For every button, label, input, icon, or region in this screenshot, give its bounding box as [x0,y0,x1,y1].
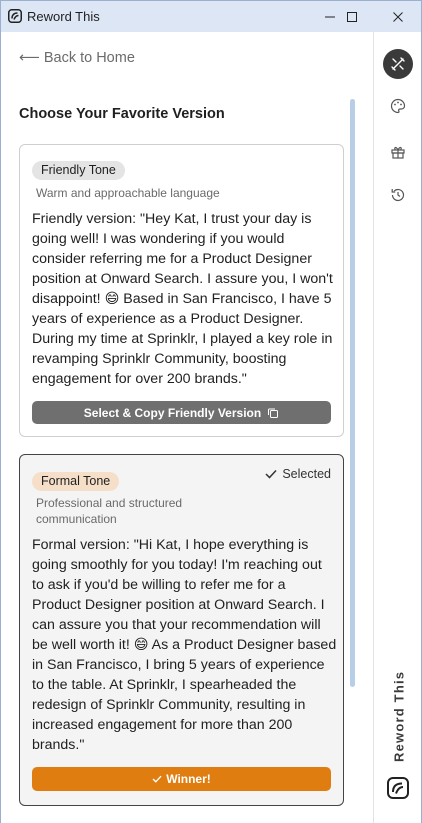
side-rail: Reword This [373,32,421,823]
winner-button[interactable]: Winner! [32,767,331,791]
scrollbar[interactable] [348,85,358,809]
back-to-home-link[interactable]: ⟵ Back to Home [19,50,135,66]
tools-button[interactable] [383,49,413,79]
scrollbar-thumb[interactable] [350,99,355,687]
close-button[interactable] [375,1,421,32]
back-arrow-icon: ⟵ [19,50,40,66]
back-link-label: Back to Home [43,50,135,66]
gift-icon [391,146,405,159]
version-text: Formal version: "Hi Kat, I hope everythi… [32,537,337,753]
version-card-friendly[interactable]: Friendly Tone Warm and approachable lang… [19,144,344,437]
app-logo-icon [8,9,22,23]
tone-description: Warm and approachable language [36,186,220,200]
maximize-icon [347,11,357,22]
check-icon [265,469,277,479]
tone-tag: Formal Tone [32,472,120,491]
brand-vertical-label: Reword This [391,670,407,762]
copy-icon [268,407,279,418]
page-title: Choose Your Favorite Version [19,106,225,122]
window-title: Reword This [27,9,100,24]
check-icon [152,775,162,783]
close-icon [393,11,403,22]
gift-button[interactable] [383,137,413,167]
app-window: Reword This ⟵ Back to Home Choose Your F… [0,0,422,823]
history-icon [391,188,405,202]
selected-indicator: Selected [265,467,331,481]
maximize-button[interactable] [329,1,375,32]
app-logo-icon[interactable] [387,777,409,799]
winner-button-label: Winner! [166,772,211,786]
version-text: Friendly version: "Hey Kat, I trust your… [32,211,333,387]
palette-icon [390,98,406,114]
main-panel: ⟵ Back to Home Choose Your Favorite Vers… [1,32,373,823]
title-bar: Reword This [1,1,421,32]
tools-icon [391,57,405,71]
select-copy-friendly-button[interactable]: Select & Copy Friendly Version [32,401,331,424]
theme-button[interactable] [383,91,413,121]
copy-button-label: Select & Copy Friendly Version [83,405,262,420]
selected-label: Selected [282,467,331,481]
history-button[interactable] [383,180,413,210]
tone-tag: Friendly Tone [32,161,125,180]
tone-description: Professional and structured communicatio… [36,496,183,526]
version-card-formal[interactable]: Formal Tone Selected Professional and st… [19,454,344,806]
